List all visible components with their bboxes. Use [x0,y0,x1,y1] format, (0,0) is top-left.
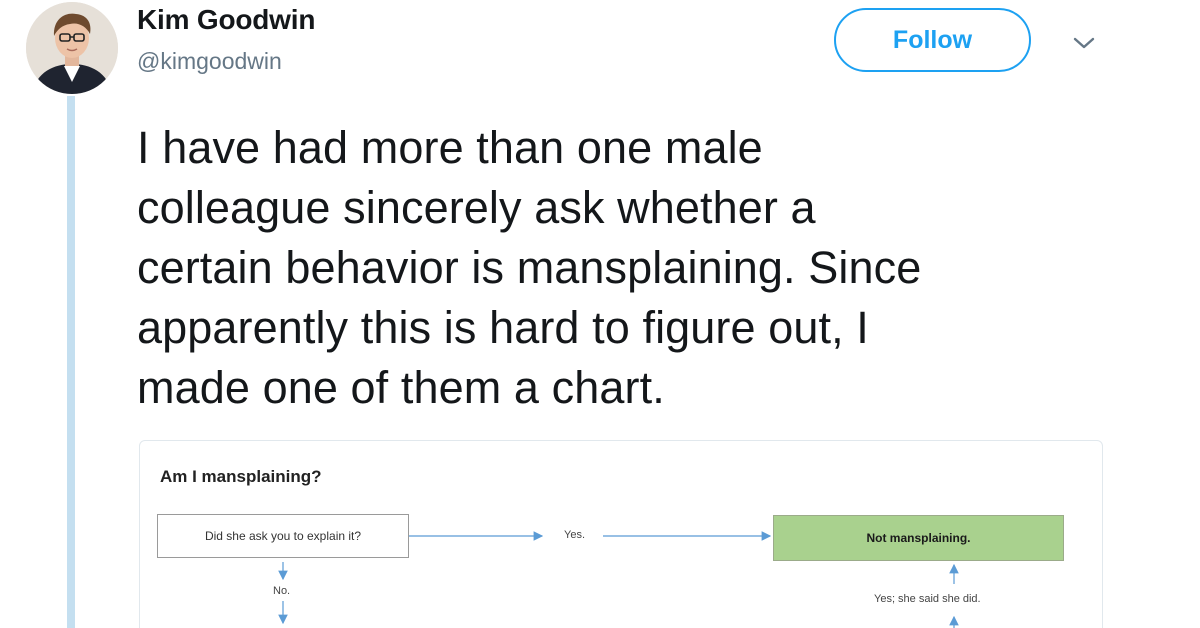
follow-button[interactable]: Follow [834,8,1031,72]
tweet-media-image[interactable]: Am I mansplaining? Did she ask you to ex… [139,440,1103,628]
flowchart-yes-said-label: Yes; she said she did. [870,593,985,605]
flowchart-result-box: Not mansplaining. [773,515,1064,561]
tweet-text: I have had more than one male colleague … [137,122,922,413]
user-avatar[interactable] [26,2,118,94]
flowchart-no-label: No. [269,585,295,597]
display-name[interactable]: Kim Goodwin [137,4,315,36]
user-handle[interactable]: @kimgoodwin [137,48,282,75]
avatar-portrait [26,2,118,94]
chevron-down-icon [1073,37,1095,49]
flowchart-question-box: Did she ask you to explain it? [157,514,409,558]
flowchart-yes-label: Yes. [560,529,590,541]
flowchart-title: Am I mansplaining? [160,467,322,486]
thread-line [67,96,75,628]
more-options-button[interactable] [1066,28,1102,58]
